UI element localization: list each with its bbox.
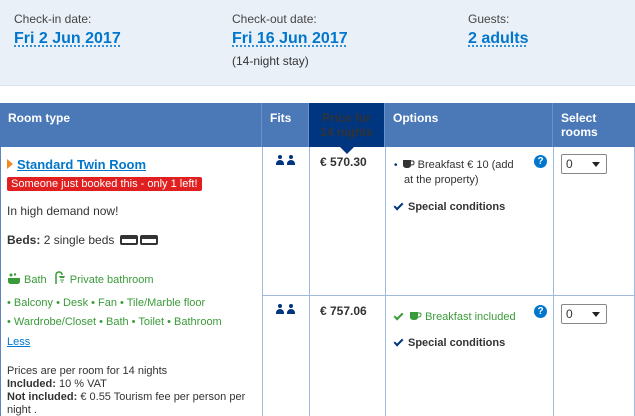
pricing-note: Prices are per room for 14 nights bbox=[7, 365, 168, 377]
coffee-cup-icon bbox=[402, 160, 415, 168]
checkin-date-link[interactable]: Fri 2 Jun 2017 bbox=[14, 30, 121, 48]
included-row: Included: 10 % VAT bbox=[7, 378, 259, 391]
bath-icon bbox=[8, 273, 20, 284]
facilities-list-1: • Balcony • Desk • Fan • Tile/Marble flo… bbox=[7, 297, 206, 309]
pricing-details: Prices are per room for 14 nights Includ… bbox=[7, 365, 259, 416]
not-included-label: Not included: bbox=[7, 391, 78, 403]
shower-icon bbox=[55, 271, 65, 284]
person-icon bbox=[275, 304, 285, 314]
expand-arrow-icon bbox=[7, 159, 13, 169]
rate-2-breakfast: Breakfast included bbox=[393, 309, 516, 323]
guests-label: Guests: bbox=[468, 12, 510, 26]
facilities-highlight: Bath Private bathroom bbox=[7, 271, 154, 286]
rate-2-special-conditions[interactable]: Special conditions bbox=[393, 336, 506, 349]
rate-2-price: € 757.06 bbox=[320, 304, 367, 318]
checkout-date-link[interactable]: Fri 16 Jun 2017 bbox=[232, 30, 348, 48]
header-select-line2: rooms bbox=[561, 125, 598, 139]
header-price-line2: 14 nights bbox=[320, 125, 373, 139]
beds-info: Beds: 2 single beds bbox=[7, 233, 158, 247]
header-room-type: Room type bbox=[0, 103, 262, 147]
less-link[interactable]: Less bbox=[7, 336, 30, 348]
column-divider bbox=[553, 147, 554, 416]
check-icon bbox=[393, 310, 404, 321]
room-name-link[interactable]: Standard Twin Room bbox=[17, 157, 146, 172]
rate-row-divider bbox=[263, 295, 635, 296]
rate-2-breakfast-line1: Breakfast included bbox=[425, 311, 516, 323]
rate-1-select-value: 0 bbox=[566, 157, 573, 171]
coffee-cup-icon bbox=[410, 312, 422, 320]
bed-icon bbox=[139, 235, 158, 245]
search-summary: Check-in date: Fri 2 Jun 2017 Check-out … bbox=[0, 0, 635, 86]
urgency-badge: Someone just booked this - only 1 left! bbox=[7, 177, 202, 191]
person-icon bbox=[286, 304, 296, 314]
rate-2-info-icon[interactable]: ? bbox=[534, 305, 547, 318]
chevron-down-icon bbox=[592, 162, 600, 167]
room-table: Room type Fits Price for 14 nights Optio… bbox=[0, 103, 635, 416]
rate-2-conditions-label: Special conditions bbox=[408, 337, 506, 349]
rate-2-select-value: 0 bbox=[566, 307, 573, 321]
rate-1-conditions-label: Special conditions bbox=[408, 201, 506, 213]
occupancy-2-adults bbox=[275, 304, 297, 314]
beds-label: Beds: bbox=[7, 233, 41, 247]
guests-group: Guests: 2 adults bbox=[468, 12, 528, 48]
not-included-row: Not included: € 0.55 Tourism fee per per… bbox=[7, 391, 259, 416]
checkin-label: Check-in date: bbox=[14, 12, 92, 26]
rate-1-price: € 570.30 bbox=[320, 155, 367, 169]
header-price-line1: Price for bbox=[322, 111, 371, 125]
beds-value: 2 single beds bbox=[43, 233, 115, 247]
rate-1-special-conditions[interactable]: Special conditions bbox=[393, 200, 506, 213]
included-label: Included: bbox=[7, 378, 56, 390]
demand-text: In high demand now! bbox=[7, 204, 119, 218]
facility-bath: Bath bbox=[24, 274, 47, 286]
header-fits: Fits bbox=[262, 103, 309, 147]
checkout-label: Check-out date: bbox=[232, 12, 317, 26]
rate-1-room-select[interactable]: 0 bbox=[561, 154, 607, 174]
check-icon bbox=[393, 200, 404, 211]
column-divider bbox=[385, 147, 386, 416]
person-icon bbox=[275, 155, 285, 165]
header-price: Price for 14 nights bbox=[309, 103, 385, 154]
room-title-row: Standard Twin Room bbox=[7, 157, 146, 172]
rate-1-breakfast: • Breakfast € 10 (add at the property) bbox=[394, 159, 514, 186]
rate-2-room-select[interactable]: 0 bbox=[561, 304, 607, 324]
table-body: Standard Twin Room Someone just booked t… bbox=[0, 147, 635, 416]
facilities-list-2: • Wardrobe/Closet • Bath • Toilet • Bath… bbox=[7, 316, 222, 328]
guests-link[interactable]: 2 adults bbox=[468, 30, 528, 48]
rate-1-breakfast-line1: Breakfast € 10 (add bbox=[417, 159, 514, 171]
chevron-down-icon bbox=[592, 312, 600, 317]
table-header: Room type Fits Price for 14 nights Optio… bbox=[0, 103, 635, 154]
occupancy-2-adults bbox=[275, 155, 297, 165]
header-options: Options bbox=[385, 103, 553, 147]
person-icon bbox=[286, 155, 296, 165]
check-icon bbox=[393, 336, 404, 347]
stay-length: (14-night stay) bbox=[232, 54, 309, 68]
bed-icon bbox=[119, 235, 138, 245]
rate-1-breakfast-line2: at the property) bbox=[404, 174, 479, 186]
rate-1-info-icon[interactable]: ? bbox=[534, 155, 547, 168]
column-divider bbox=[309, 147, 310, 416]
header-select-rooms: Select rooms bbox=[553, 103, 635, 147]
included-value: 10 % VAT bbox=[58, 378, 107, 390]
checkin-group: Check-in date: Fri 2 Jun 2017 bbox=[14, 12, 121, 48]
column-divider bbox=[262, 147, 263, 416]
checkout-group: Check-out date: Fri 16 Jun 2017 (14-nigh… bbox=[232, 12, 348, 68]
facility-private-bathroom: Private bathroom bbox=[69, 274, 154, 286]
header-select-line1: Select bbox=[561, 111, 597, 125]
